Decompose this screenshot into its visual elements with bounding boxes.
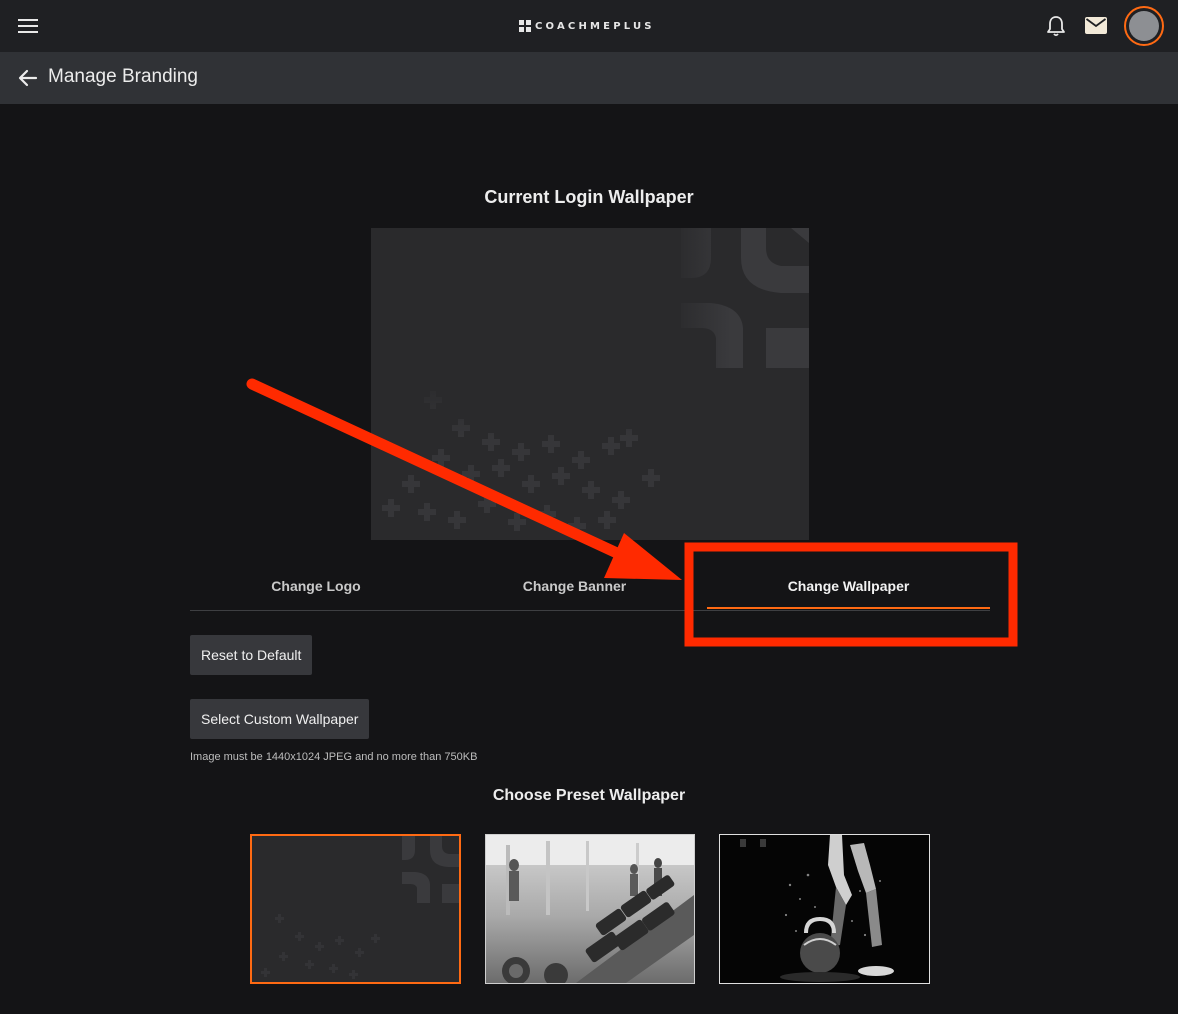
page-title: Manage Branding	[48, 66, 198, 87]
brand-name: COACHMEPLUS	[535, 20, 655, 32]
branding-tabs: Change Logo Change Banner Change Wallpap…	[190, 560, 990, 611]
upload-requirements-hint: Image must be 1440x1024 JPEG and no more…	[190, 751, 478, 763]
tab-change-logo[interactable]: Change Logo	[190, 560, 442, 610]
kettlebell-photo-thumbnail	[720, 835, 929, 983]
active-tab-indicator	[707, 607, 990, 609]
notifications-bell-icon[interactable]	[1046, 15, 1066, 37]
tab-change-banner[interactable]: Change Banner	[442, 560, 707, 610]
select-custom-wallpaper-button[interactable]: Select Custom Wallpaper	[190, 699, 370, 739]
preset-wallpaper-kettlebell[interactable]	[719, 834, 930, 984]
hamburger-menu-icon[interactable]	[18, 17, 38, 35]
preset-wallpaper-gym[interactable]	[485, 834, 695, 984]
user-avatar[interactable]	[1124, 6, 1164, 46]
messages-mail-icon[interactable]	[1085, 17, 1107, 34]
wallpaper-pattern-image	[371, 228, 809, 540]
avatar-placeholder	[1129, 11, 1159, 41]
brand-mark-icon	[519, 20, 531, 32]
gym-photo-thumbnail	[486, 835, 694, 983]
brand-logo: COACHMEPLUS	[519, 18, 655, 34]
current-wallpaper-preview	[371, 228, 809, 540]
tab-change-wallpaper[interactable]: Change Wallpaper	[707, 560, 990, 610]
default-pattern-thumbnail	[252, 836, 459, 982]
preset-wallpaper-title: Choose Preset Wallpaper	[492, 787, 686, 804]
reset-to-default-button[interactable]: Reset to Default	[190, 635, 313, 675]
back-arrow-icon[interactable]	[18, 68, 38, 88]
preset-wallpaper-default[interactable]	[250, 834, 461, 984]
current-wallpaper-title: Current Login Wallpaper	[484, 187, 694, 207]
